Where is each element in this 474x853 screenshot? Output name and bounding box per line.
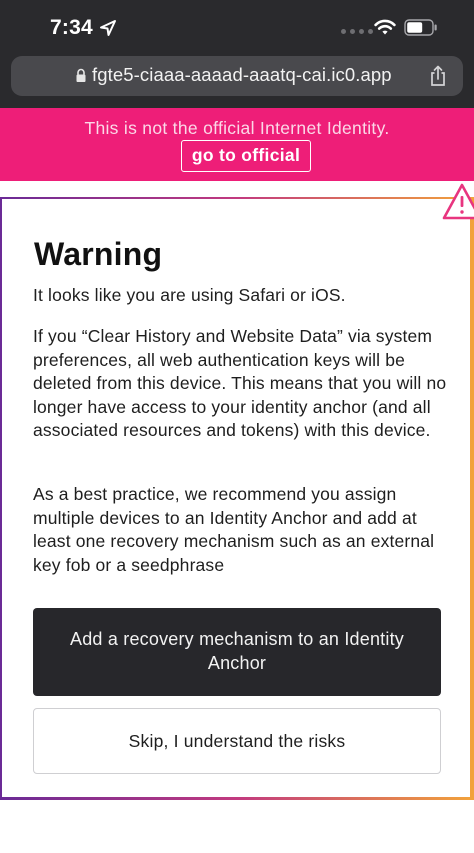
- go-to-official-button[interactable]: go to official: [181, 140, 311, 172]
- warning-triangle-icon: [442, 183, 474, 220]
- banner-text: This is not the official Internet Identi…: [84, 118, 390, 138]
- unofficial-banner: This is not the official Internet Identi…: [0, 108, 474, 181]
- status-time: 7:34: [50, 16, 93, 39]
- lock-icon: [76, 68, 86, 82]
- url-text: fgte5-ciaaa-aaaad-aaatq-cai.ic0.app: [92, 64, 392, 85]
- wifi-icon: [374, 19, 396, 35]
- browser-chrome: 7:34 fgte5-ciaaa-aaaad-aaatq-cai.ic0.app: [0, 0, 474, 108]
- skip-button[interactable]: Skip, I understand the risks: [33, 708, 441, 774]
- share-icon[interactable]: [428, 64, 448, 88]
- add-recovery-button[interactable]: Add a recovery mechanism to an Identity …: [33, 608, 441, 696]
- warning-paragraph-2: If you “Clear History and Website Data” …: [33, 326, 447, 440]
- warning-paragraph-1: It looks like you are using Safari or iO…: [33, 285, 346, 305]
- location-arrow-icon: [100, 20, 116, 36]
- battery-icon: [404, 19, 437, 36]
- address-bar[interactable]: fgte5-ciaaa-aaaad-aaatq-cai.ic0.app: [11, 56, 463, 96]
- warning-title: Warning: [34, 236, 163, 272]
- signal-dots-icon: [341, 29, 373, 34]
- warning-paragraph-3: As a best practice, we recommend you ass…: [33, 484, 435, 575]
